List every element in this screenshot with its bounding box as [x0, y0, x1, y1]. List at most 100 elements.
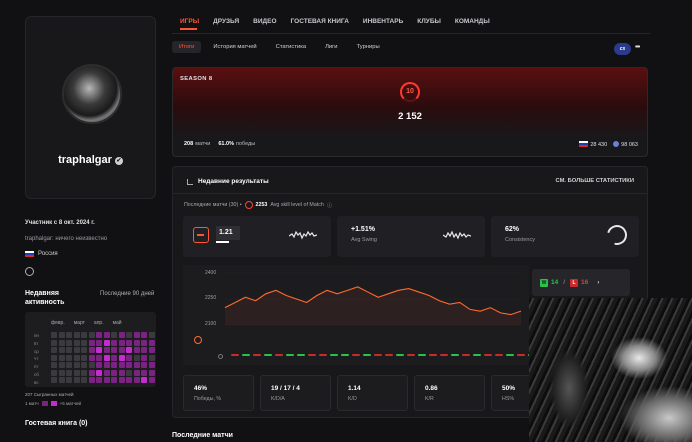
- match-result-dot: [484, 354, 492, 356]
- nav-friends[interactable]: ДРУЗЬЯ: [213, 18, 239, 25]
- heatmap-cell: [51, 347, 57, 353]
- legend-swatch-low: [41, 401, 48, 406]
- heatmap-legend: 1 матч +5 матчей: [25, 401, 81, 406]
- stat-card-kr: 0.86 K/R: [414, 375, 485, 411]
- nav-guestbook[interactable]: ГОСТЕВАЯ КНИГА: [291, 18, 349, 25]
- avatar[interactable]: [62, 64, 122, 124]
- info-icon[interactable]: [218, 354, 223, 359]
- sparkline-icon: [443, 230, 471, 240]
- heatmap-cell: [73, 369, 80, 376]
- heatmap-cell: [126, 377, 132, 383]
- nav-games[interactable]: ИГРЫ: [180, 18, 199, 25]
- heatmap-cell: [133, 354, 140, 361]
- heatmap-cell: [148, 369, 155, 376]
- heatmap-cell: [126, 362, 132, 368]
- heatmap-cell: [148, 332, 155, 338]
- match-result-dot: [429, 354, 437, 356]
- results-header: Недавние результаты: [187, 178, 269, 185]
- heatmap-cell: [96, 339, 102, 346]
- heatmap-cell: [96, 377, 102, 383]
- stat-value: 50%: [502, 385, 516, 392]
- match-result-dot: [352, 354, 360, 356]
- heatmap-cell: [51, 354, 57, 361]
- matches-value: 208: [184, 141, 194, 147]
- more-icon[interactable]: •••: [635, 44, 640, 51]
- country-label: Россия: [38, 251, 58, 257]
- match-result-dot: [253, 354, 261, 356]
- heatmap-cell: [103, 347, 110, 353]
- russia-flag-icon: [579, 141, 589, 147]
- day-label: пн: [34, 333, 39, 338]
- heatmap-cell: [58, 332, 65, 338]
- subtab-match-history[interactable]: История матчей: [206, 41, 263, 53]
- results-title: Недавние результаты: [198, 178, 269, 185]
- nav-inventory[interactable]: ИНВЕНТАРЬ: [363, 18, 403, 25]
- game-selector-badge[interactable]: cs: [614, 43, 631, 55]
- match-result-dot: [374, 354, 382, 356]
- season-ranks: 28 430 98 063: [579, 141, 638, 148]
- win-loss-box[interactable]: W 14 / L 16 ›: [532, 269, 630, 296]
- heatmap-cell: [88, 332, 95, 338]
- stat-label: HS%: [502, 396, 515, 402]
- heatmap-cell: [81, 362, 87, 368]
- heatmap-cell: [111, 332, 117, 338]
- heatmap-cell: [111, 369, 117, 376]
- subtab-leagues[interactable]: Лиги: [318, 41, 344, 53]
- member-since: Участник с 8 окт. 2024 г.: [25, 220, 95, 226]
- elo-line-chart: [224, 272, 522, 326]
- winrate-value: 61.0%: [218, 141, 234, 147]
- match-result-dot: [517, 354, 525, 356]
- guestbook-title[interactable]: Гостевая книга (0): [25, 420, 88, 427]
- heatmap-cell: [73, 332, 80, 338]
- chart-level-icon: [194, 336, 202, 344]
- steam-icon[interactable]: [25, 267, 34, 276]
- day-label: вт: [34, 340, 39, 346]
- heatmap-cell: [133, 332, 140, 338]
- heatmap-cell: [73, 377, 80, 383]
- season-label: SEASON 8: [180, 76, 213, 82]
- sparkline-icon: [289, 230, 317, 240]
- heatmap-cell: [111, 362, 117, 368]
- heatmap-cell: [88, 339, 95, 346]
- heatmap-cell: [81, 369, 87, 376]
- nav-divider: [172, 33, 650, 34]
- subtabs: Итоги История матчей Статистика Лиги Тур…: [172, 41, 387, 53]
- nav-teams[interactable]: КОМАНДЫ: [455, 18, 490, 25]
- subtab-summary[interactable]: Итоги: [172, 41, 202, 53]
- heatmap-cell: [133, 362, 140, 368]
- heatmap-cell: [58, 362, 65, 368]
- heatmap-cell: [51, 377, 57, 383]
- heatmap-cell: [103, 339, 110, 346]
- heatmap-cell: [81, 339, 87, 346]
- webcam-overlay-image: [529, 298, 692, 442]
- heatmap-cell: [81, 377, 87, 383]
- subtab-statistics[interactable]: Статистика: [269, 41, 313, 53]
- see-more-stats-link[interactable]: СМ. БОЛЬШЕ СТАТИСТИКИ: [555, 178, 634, 184]
- match-result-dot: [407, 354, 415, 356]
- nav-video[interactable]: ВИДЕО: [253, 18, 276, 25]
- heatmap-cell: [111, 354, 117, 361]
- heatmap-cell: [96, 362, 102, 368]
- nav-clubs[interactable]: КЛУБЫ: [417, 18, 441, 25]
- info-icon[interactable]: ⓘ: [327, 201, 332, 209]
- username: traphalgar ✔: [26, 154, 155, 166]
- metric-label: Consistency: [505, 237, 535, 243]
- heatmap-cell: [148, 347, 155, 353]
- heatmap-cell: [118, 339, 125, 346]
- heatmap-cell: [141, 347, 147, 353]
- metric-card-elo: 1.21: [183, 216, 331, 257]
- match-result-dot: [275, 354, 283, 356]
- heatmap-cell: [96, 369, 102, 376]
- subtab-tournaments[interactable]: Турниры: [350, 41, 387, 53]
- heatmap-cell: [66, 377, 72, 383]
- heatmap-cell: [58, 369, 65, 376]
- heatmap-cell: [111, 339, 117, 346]
- heatmap-cell: [73, 339, 80, 346]
- profile-card: traphalgar ✔: [25, 16, 156, 199]
- country-rank: 28 430: [579, 141, 607, 148]
- last-matches-label: Последние матчи (30) •: [184, 202, 242, 208]
- matches-label: матчи: [195, 141, 211, 147]
- day-label: вс: [34, 379, 39, 385]
- heatmap-cell: [118, 369, 125, 376]
- heatmap-cell: [126, 369, 132, 376]
